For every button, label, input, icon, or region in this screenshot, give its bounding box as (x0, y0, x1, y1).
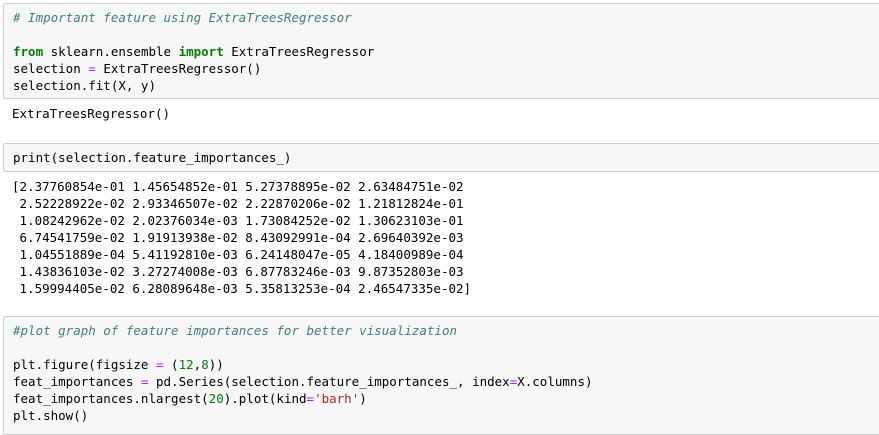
code-token: = (88, 61, 96, 76)
code-token: ).plot(kind (223, 391, 307, 406)
output-area-1: ExtraTreesRegressor() (3, 99, 879, 143)
code-token: from (13, 44, 44, 59)
code-cell-1[interactable]: # Important feature using ExtraTreesRegr… (3, 3, 879, 99)
code-token: plt.figure(figsize (13, 357, 156, 372)
output-line: 1.59994405e-02 6.28089648e-03 5.35813253… (12, 281, 472, 296)
output-area-2: [2.37760854e-01 1.45654852e-01 5.2737889… (3, 172, 879, 312)
code-token: ExtraTreesRegressor() (95, 61, 262, 76)
code-token: print (13, 150, 51, 165)
code-editor-1[interactable]: # Important feature using ExtraTreesRegr… (4, 9, 879, 94)
code-token: selection.fit(X, y) (13, 78, 156, 93)
code-token: pd.Series(selection.feature_importances_… (148, 374, 510, 389)
output-line: [2.37760854e-01 1.45654852e-01 5.2737889… (12, 179, 464, 194)
code-token: ExtraTreesRegressor (223, 44, 375, 59)
code-cell-2[interactable]: print(selection.feature_importances_) (3, 143, 879, 172)
code-token: import (178, 44, 224, 59)
code-token: 12 (178, 357, 194, 372)
output-line: 1.08242962e-02 2.02376034e-03 1.73084252… (12, 213, 464, 228)
code-token: ) (359, 391, 367, 406)
code-token: # Important feature using ExtraTreesRegr… (13, 10, 352, 25)
code-editor-3[interactable]: #plot graph of feature importances for b… (4, 322, 879, 424)
code-token: = (306, 391, 315, 406)
code-token: sklearn.ensemble (43, 44, 179, 59)
output-text-1: ExtraTreesRegressor() (3, 105, 879, 122)
code-token: feat_importances.nlargest( (13, 391, 209, 406)
code-line: selection = ExtraTreesRegressor() (13, 60, 879, 77)
code-token: ( (163, 357, 179, 372)
code-line: print(selection.feature_importances_) (13, 149, 879, 166)
code-token: (selection.feature_importances_) (50, 150, 292, 165)
code-token: = (156, 357, 164, 372)
output-line: 1.43836103e-02 3.27274008e-03 6.87783246… (12, 264, 464, 279)
code-line: # Important feature using ExtraTreesRegr… (13, 9, 879, 26)
code-token: 8 (201, 357, 209, 372)
code-line: #plot graph of feature importances for b… (13, 322, 879, 339)
output-line: ExtraTreesRegressor() (12, 106, 171, 121)
code-token: 20 (208, 391, 224, 406)
code-line: feat_importances = pd.Series(selection.f… (13, 373, 879, 390)
output-line: 6.74541759e-02 1.91913938e-02 8.43092991… (12, 230, 464, 245)
code-token: X.columns) (517, 374, 593, 389)
output-line: 2.52228922e-02 2.93346507e-02 2.22870206… (12, 196, 464, 211)
code-line: selection.fit(X, y) (13, 77, 879, 94)
output-line: 1.04551889e-04 5.41192810e-03 6.24148047… (12, 247, 464, 262)
code-token: 'barh' (314, 391, 360, 406)
code-line: plt.figure(figsize = (12,8)) (13, 356, 879, 373)
output-text-2: [2.37760854e-01 1.45654852e-01 5.2737889… (3, 178, 879, 297)
code-cell-3[interactable]: #plot graph of feature importances for b… (3, 316, 879, 435)
code-line: plt.show() (13, 407, 879, 424)
code-editor-2[interactable]: print(selection.feature_importances_) (4, 149, 879, 166)
code-token: feat_importances (13, 374, 141, 389)
code-line: feat_importances.nlargest(20).plot(kind=… (13, 390, 879, 407)
code-token: selection (13, 61, 89, 76)
code-token: #plot graph of feature importances for b… (13, 323, 458, 338)
code-token: )) (208, 357, 224, 372)
code-token: plt.show() (13, 408, 89, 423)
code-line: from sklearn.ensemble import ExtraTreesR… (13, 43, 879, 60)
